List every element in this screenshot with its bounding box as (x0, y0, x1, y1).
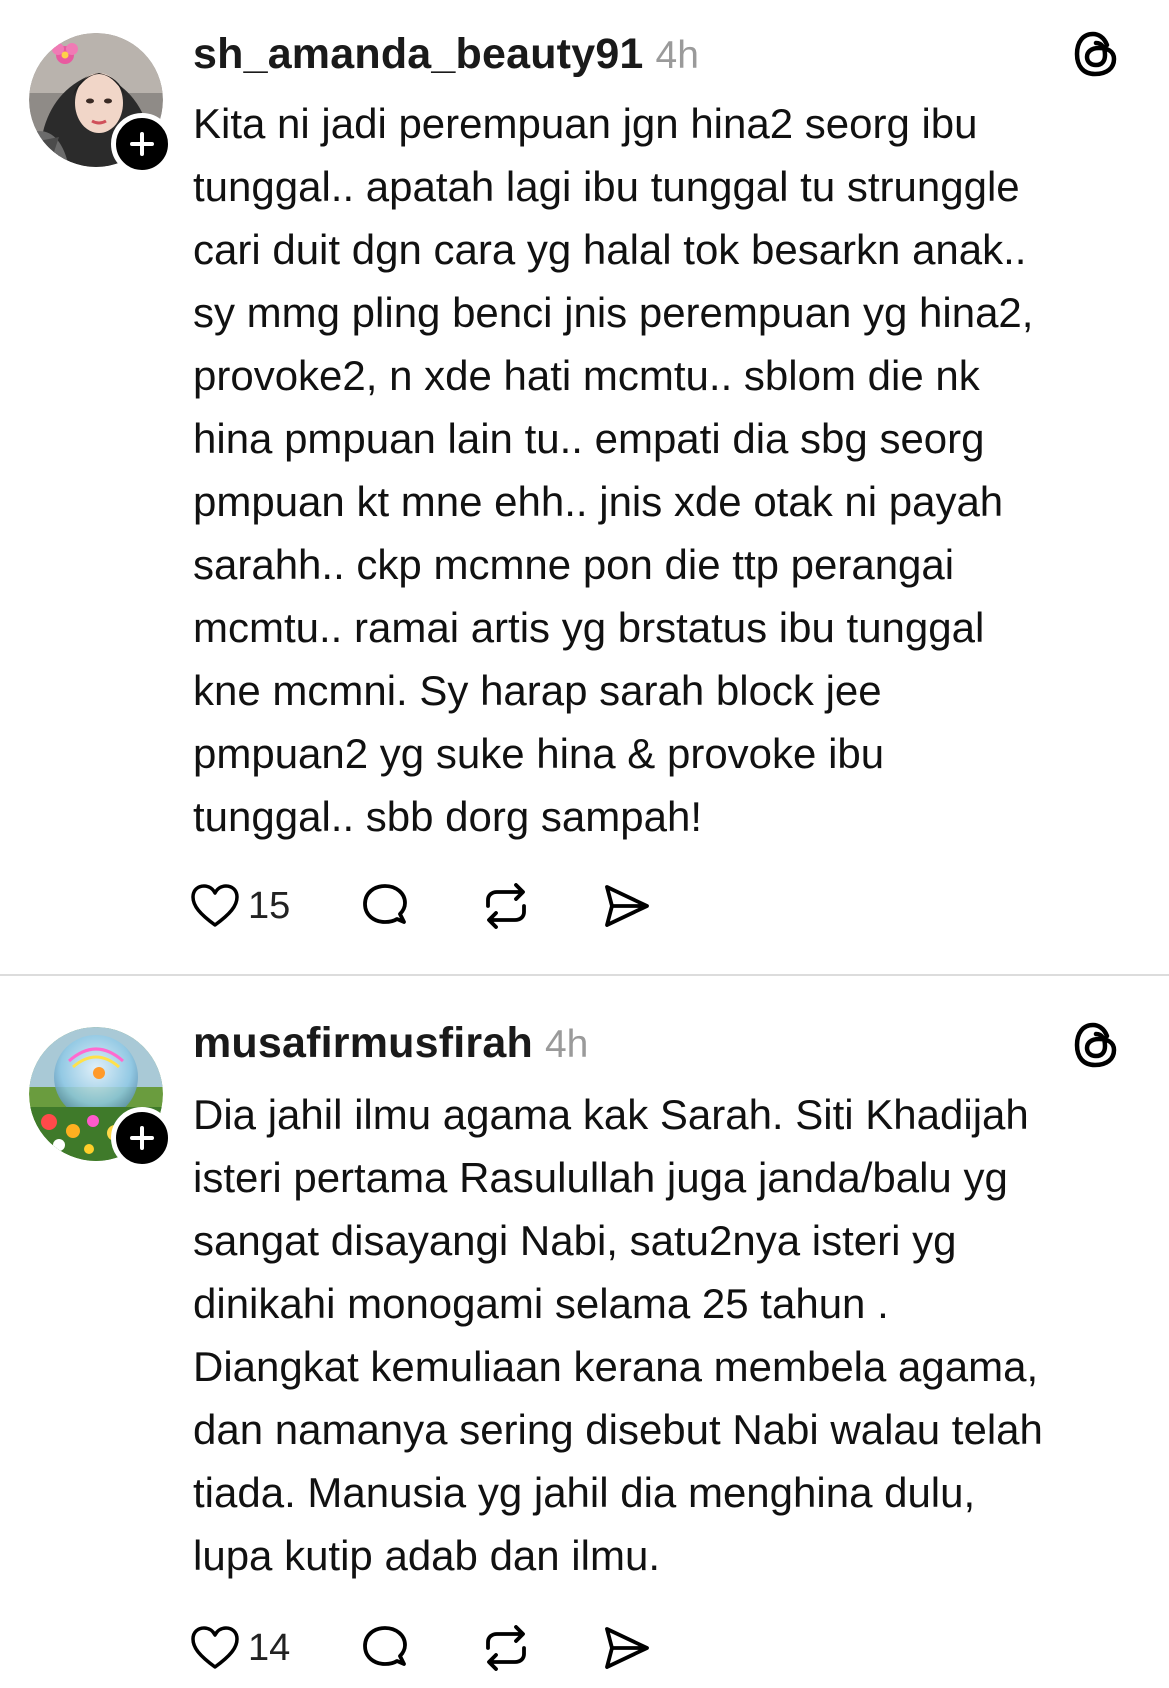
post-timestamp: 4h (655, 34, 699, 77)
send-icon (605, 1627, 650, 1669)
share-button[interactable] (602, 1618, 652, 1678)
heart-icon (191, 1626, 239, 1669)
action-bar: 15 (190, 876, 652, 936)
action-bar: 14 (190, 1618, 652, 1678)
threads-icon[interactable] (1071, 28, 1121, 80)
comment-icon (363, 1626, 408, 1666)
plus-icon (130, 1126, 154, 1150)
user-avatar-container[interactable] (29, 33, 173, 175)
send-icon (605, 885, 650, 927)
like-count: 14 (248, 1626, 291, 1669)
repost-button[interactable] (480, 1618, 532, 1678)
like-button[interactable]: 14 (190, 1618, 360, 1678)
post-body: Kita ni jadi perempuan jgn hina2 seorg i… (193, 100, 1034, 840)
post-header: musafirmusfirah 4h (193, 1019, 1169, 1079)
follow-button[interactable] (111, 1107, 173, 1169)
post-body: Dia jahil ilmu agama kak Sarah. Siti Kha… (193, 1091, 1043, 1579)
username[interactable]: musafirmusfirah (193, 1019, 533, 1068)
reply-button[interactable] (360, 1618, 410, 1678)
repost-icon (486, 883, 527, 929)
post-timestamp: 4h (544, 1023, 589, 1066)
like-count: 15 (248, 884, 291, 927)
plus-icon (130, 132, 154, 156)
user-avatar-container[interactable] (29, 1027, 173, 1169)
thread-reply-1: sh_amanda_beauty91 4h Kita ni jadi perem… (0, 0, 1169, 975)
reply-button[interactable] (360, 876, 410, 936)
comment-icon (363, 884, 408, 924)
repost-button[interactable] (480, 876, 532, 936)
follow-button[interactable] (111, 113, 173, 175)
heart-icon (191, 884, 239, 927)
username[interactable]: sh_amanda_beauty91 (193, 30, 644, 79)
threads-icon[interactable] (1071, 1019, 1121, 1071)
post-header: sh_amanda_beauty91 4h (193, 30, 1169, 90)
share-button[interactable] (602, 876, 652, 936)
repost-icon (486, 1625, 527, 1671)
thread-reply-2: musafirmusfirah 4h Dia jahil ilmu agama … (0, 975, 1169, 1688)
like-button[interactable]: 15 (190, 876, 360, 936)
